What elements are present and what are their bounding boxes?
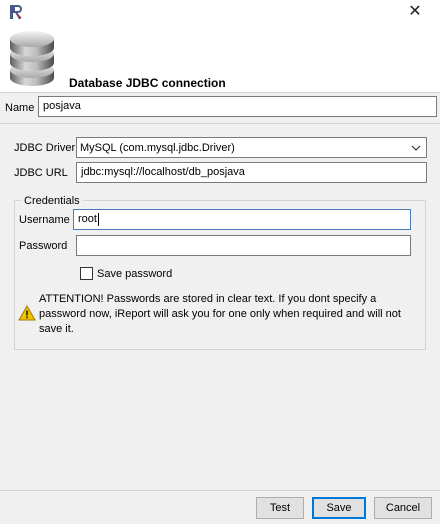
database-icon [10, 31, 54, 86]
password-warning-text: ATTENTION! Passwords are stored in clear… [39, 293, 401, 335]
jdbc-driver-label: JDBC Driver [14, 142, 76, 154]
text-caret [97, 212, 99, 226]
chevron-down-icon [411, 145, 421, 151]
username-value: root [78, 213, 97, 225]
save-button[interactable]: Save [312, 497, 366, 519]
jdbc-url-input[interactable]: jdbc:mysql://localhost/db_posjava [76, 162, 427, 183]
jdbc-driver-selected-value: MySQL (com.mysql.jdbc.Driver) [80, 142, 235, 154]
close-icon[interactable]: ✕ [400, 1, 430, 23]
dialog-title: Database JDBC connection [69, 76, 226, 90]
title-bar [0, 0, 440, 26]
username-input[interactable]: root [73, 209, 411, 230]
password-input[interactable] [76, 235, 411, 256]
name-input[interactable]: posjava [38, 96, 437, 117]
test-button[interactable]: Test [256, 497, 304, 519]
name-label: Name [5, 102, 35, 114]
ireport-app-icon [10, 5, 22, 20]
jdbc-driver-select[interactable]: MySQL (com.mysql.jdbc.Driver) [76, 137, 427, 158]
credentials-legend: Credentials [21, 194, 83, 208]
name-divider [0, 123, 440, 124]
save-password-checkbox[interactable] [80, 267, 93, 280]
header-divider [0, 92, 440, 93]
footer-divider [0, 490, 440, 491]
warning-icon [18, 305, 36, 321]
username-label: Username [19, 214, 70, 226]
save-password-label[interactable]: Save password [97, 267, 172, 281]
cancel-button[interactable]: Cancel [374, 497, 432, 519]
jdbc-url-label: JDBC URL [14, 167, 68, 179]
password-label: Password [19, 240, 68, 252]
